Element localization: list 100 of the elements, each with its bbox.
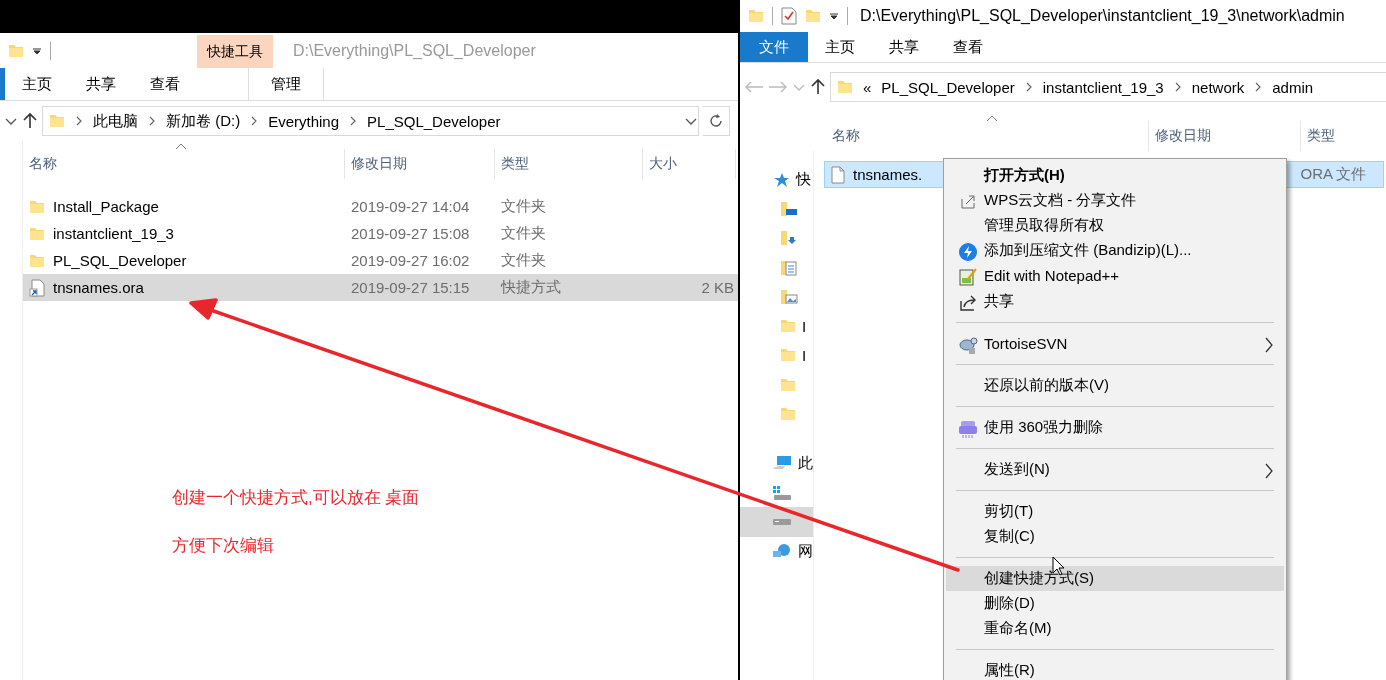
- ribbon-tab[interactable]: 共享: [872, 32, 936, 62]
- address-bar[interactable]: 此电脑 新加卷 (D:) Everything PL_SQL_Developer: [42, 106, 699, 136]
- file-row[interactable]: Install_Package 2019-09-27 14:04 文件夹: [23, 193, 738, 220]
- sidebar-label: I: [802, 346, 807, 364]
- ribbon-tab[interactable]: 主页: [808, 32, 872, 62]
- ribbon-tab[interactable]: 共享: [69, 68, 133, 100]
- sidebar-item[interactable]: [740, 507, 813, 537]
- menu-item[interactable]: WPS云文档 - 分享文件: [946, 188, 1284, 214]
- chevron-icon: [75, 115, 83, 127]
- sidebar-item[interactable]: 网: [740, 536, 813, 566]
- file-menu-button[interactable]: 文件: [740, 32, 808, 62]
- notepad-icon: [958, 267, 978, 288]
- file-row[interactable]: tnsnames.ora 2019-09-27 15:15 快捷方式 2 KB: [23, 274, 738, 301]
- file-type: 文件夹: [501, 224, 546, 243]
- breadcrumb-item[interactable]: 此电脑: [93, 111, 138, 131]
- folder-icon: [780, 407, 796, 421]
- menu-item[interactable]: 还原以前的版本(V): [946, 372, 1284, 398]
- annotation-text: 方便下次编辑: [172, 535, 274, 557]
- column-header[interactable]: 修改日期: [1155, 127, 1211, 145]
- menu-item[interactable]: 打开方式(H): [946, 163, 1284, 189]
- column-header[interactable]: 大小: [649, 155, 677, 173]
- file-name: instantclient_19_3: [53, 225, 174, 242]
- ribbon-tab[interactable]: 查看: [133, 68, 197, 100]
- folder-icon: [29, 199, 45, 214]
- modified-date: 2019-09-27 15:15: [351, 279, 470, 296]
- chevron-icon: [1173, 81, 1182, 93]
- file-size: 2 KB: [701, 279, 734, 296]
- sidebar-item[interactable]: I: [740, 340, 813, 371]
- file-type: ORA 文件: [1300, 165, 1367, 184]
- breadcrumb-item[interactable]: network: [1191, 78, 1245, 96]
- column-header[interactable]: 修改日期: [351, 155, 407, 173]
- chevron-icon: [1254, 81, 1263, 93]
- menu-item[interactable]: 删除(D): [946, 590, 1284, 616]
- folder-icon: [29, 226, 45, 241]
- menu-item[interactable]: TortoiseSVN: [946, 330, 1284, 356]
- menu-item[interactable]: 使用 360强力删除: [946, 414, 1284, 440]
- folder-icon: [8, 43, 24, 58]
- modified-date: 2019-09-27 15:08: [351, 225, 470, 242]
- file-name: tnsnames.ora: [53, 279, 144, 296]
- folder-icon: [49, 114, 65, 128]
- menu-item[interactable]: 重命名(M): [946, 615, 1284, 641]
- file-type: 快捷方式: [501, 278, 561, 297]
- ribbon-tab[interactable]: 管理: [248, 68, 324, 100]
- folder-icon: [780, 319, 796, 334]
- chevron-icon: [148, 115, 156, 127]
- document-folder-icon: [780, 259, 798, 276]
- shredder-icon: [958, 418, 978, 439]
- menu-item[interactable]: 添加到压缩文件 (Bandizip)(L)...: [946, 238, 1284, 264]
- menu-item[interactable]: 共享: [946, 288, 1284, 314]
- shortcut-file-icon: [29, 278, 45, 297]
- up-icon[interactable]: [810, 78, 826, 96]
- file-type: 文件夹: [501, 197, 546, 216]
- sidebar-item[interactable]: I: [740, 311, 813, 341]
- up-icon[interactable]: [22, 112, 38, 130]
- breadcrumb-item[interactable]: PL_SQL_Developer: [367, 112, 501, 130]
- breadcrumb-overflow[interactable]: «: [863, 78, 872, 96]
- breadcrumb-item[interactable]: Everything: [268, 112, 340, 130]
- address-bar[interactable]: « PL_SQL_Developer instantclient_19_3 network admin: [830, 72, 1386, 102]
- refresh-button[interactable]: [703, 106, 730, 136]
- sidebar-label: 此: [798, 453, 813, 473]
- network-icon: [772, 543, 792, 560]
- file-row[interactable]: instantclient_19_3 2019-09-27 15:08 文件夹: [23, 220, 738, 247]
- ribbon-tab[interactable]: 主页: [5, 68, 69, 100]
- ribbon-tab[interactable]: 查看: [936, 32, 1000, 62]
- menu-item[interactable]: 创建快捷方式(S): [946, 565, 1284, 591]
- breadcrumb-item[interactable]: instantclient_19_3: [1042, 78, 1164, 96]
- column-header[interactable]: 名称: [832, 127, 860, 145]
- menu-item[interactable]: 剪切(T): [946, 498, 1284, 524]
- forward-icon[interactable]: [768, 80, 788, 94]
- menu-item[interactable]: 属性(R): [946, 657, 1284, 680]
- dropdown-icon[interactable]: [32, 46, 42, 55]
- menu-item[interactable]: 管理员取得所有权: [946, 213, 1284, 239]
- file-row[interactable]: PL_SQL_Developer 2019-09-27 16:02 文件夹: [23, 247, 738, 274]
- breadcrumb-item[interactable]: PL_SQL_Developer: [881, 78, 1015, 96]
- folder-icon: [837, 80, 853, 94]
- breadcrumb-item[interactable]: admin: [1272, 78, 1314, 96]
- desktop-folder-icon: [780, 200, 798, 217]
- dropdown-icon[interactable]: [829, 12, 839, 20]
- menu-item[interactable]: 发送到(N): [946, 456, 1284, 482]
- breadcrumb-item[interactable]: 新加卷 (D:): [166, 111, 241, 131]
- sidebar-item[interactable]: 快: [740, 165, 813, 195]
- sidebar-item[interactable]: 此: [740, 448, 813, 478]
- menu-item[interactable]: 复制(C): [946, 523, 1284, 549]
- menu-item[interactable]: Edit with Notepad++: [946, 263, 1284, 289]
- modified-date: 2019-09-27 14:04: [351, 198, 470, 215]
- star-icon: [772, 171, 790, 188]
- column-header[interactable]: 名称: [29, 155, 57, 173]
- column-header[interactable]: 类型: [501, 155, 529, 173]
- folder-icon: [780, 348, 796, 363]
- folder-icon: [780, 377, 796, 392]
- computer-icon: [772, 455, 792, 472]
- chevron-icon: [250, 115, 259, 127]
- sort-icon: [175, 143, 187, 150]
- sidebar-label: I: [802, 317, 807, 335]
- back-icon[interactable]: [744, 80, 764, 94]
- properties-icon[interactable]: [781, 7, 797, 25]
- drive-icon: [772, 517, 792, 526]
- modified-date: 2019-09-27 16:02: [351, 252, 470, 269]
- column-header[interactable]: 类型: [1307, 127, 1335, 145]
- folder-icon: [29, 253, 45, 268]
